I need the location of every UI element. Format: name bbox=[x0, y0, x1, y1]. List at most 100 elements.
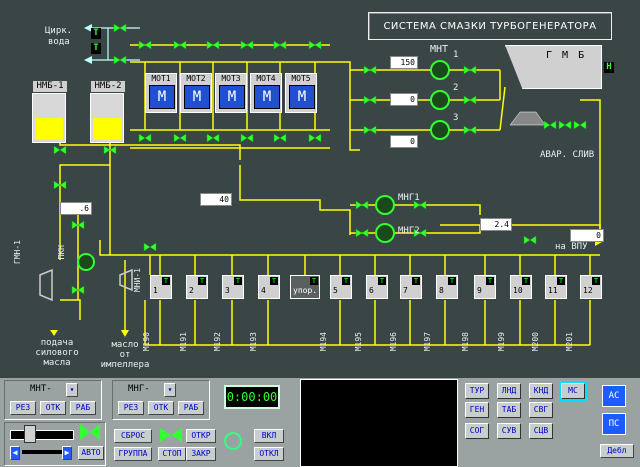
off-button[interactable]: ОТКЛ bbox=[254, 447, 284, 461]
bearing-4[interactable]: 4T bbox=[258, 275, 280, 299]
valve-icon[interactable] bbox=[143, 242, 157, 252]
thrust-bearing[interactable]: упор. T bbox=[290, 275, 320, 299]
valve-icon[interactable] bbox=[113, 55, 127, 65]
temp-indicator[interactable]: T bbox=[270, 277, 278, 285]
nav-button[interactable]: СЦВ bbox=[529, 423, 553, 439]
mng-rez-button[interactable]: РЕЗ bbox=[118, 401, 144, 415]
as-button[interactable]: АС bbox=[602, 385, 626, 407]
bearing-1[interactable]: 1T bbox=[150, 275, 172, 299]
bearing-11[interactable]: 11 T bbox=[545, 275, 567, 299]
bearing-9[interactable]: 9T bbox=[474, 275, 496, 299]
valve-icon[interactable] bbox=[173, 40, 187, 50]
level-indicator[interactable]: Н bbox=[604, 62, 614, 73]
valve-icon[interactable] bbox=[273, 133, 287, 143]
nav-button[interactable]: ТУР bbox=[465, 383, 489, 399]
valve-icon[interactable] bbox=[363, 95, 377, 105]
close-button[interactable]: ЗАКР bbox=[186, 447, 216, 461]
open-button[interactable]: ОТКР bbox=[186, 429, 216, 443]
valve-icon[interactable] bbox=[53, 145, 67, 155]
valve-icon[interactable] bbox=[523, 235, 537, 245]
temp-indicator[interactable]: T bbox=[522, 277, 530, 285]
nav-button[interactable]: ТАБ bbox=[497, 402, 521, 418]
mnt-otk-button[interactable]: ОТК bbox=[40, 401, 66, 415]
nav-button[interactable]: ГЕН bbox=[465, 402, 489, 418]
valve-icon[interactable] bbox=[173, 133, 187, 143]
temp-indicator[interactable]: T bbox=[342, 277, 350, 285]
mnt-rez-button[interactable]: РЕЗ bbox=[10, 401, 36, 415]
nav-button[interactable]: МС bbox=[559, 381, 587, 401]
valve-icon[interactable] bbox=[463, 95, 477, 105]
mng-rab-button[interactable]: РАБ bbox=[178, 401, 204, 415]
bearing-valve-label: М190 bbox=[142, 332, 151, 352]
motor-3[interactable]: МОТ3 M bbox=[215, 73, 247, 113]
temp-indicator[interactable]: T bbox=[234, 277, 242, 285]
valve-icon[interactable] bbox=[355, 200, 369, 210]
bearing-10[interactable]: 10 T bbox=[510, 275, 532, 299]
valve-position-slider[interactable] bbox=[10, 430, 74, 440]
nav-button[interactable]: ЛНД bbox=[497, 383, 521, 399]
nav-button[interactable]: КНД bbox=[529, 383, 553, 399]
debug-button[interactable]: Дебл bbox=[600, 444, 634, 458]
valve-icon[interactable] bbox=[206, 133, 220, 143]
valve-icon[interactable] bbox=[355, 228, 369, 238]
valve-icon[interactable] bbox=[558, 120, 572, 130]
valve-icon[interactable] bbox=[138, 133, 152, 143]
bearing-12[interactable]: 12 T bbox=[580, 275, 602, 299]
valve-icon[interactable] bbox=[463, 65, 477, 75]
nav-button[interactable]: СВГ bbox=[529, 402, 553, 418]
valve-icon[interactable] bbox=[543, 120, 557, 130]
temp-indicator[interactable]: Т bbox=[91, 43, 101, 54]
on-button[interactable]: ВКЛ bbox=[254, 429, 284, 443]
mng-select-dropdown[interactable]: ▾ bbox=[164, 383, 176, 397]
valve-icon[interactable] bbox=[463, 125, 477, 135]
valve-icon[interactable] bbox=[573, 120, 587, 130]
temp-indicator[interactable]: T bbox=[486, 277, 494, 285]
tank-nmb1[interactable]: НМБ-1 bbox=[32, 81, 67, 143]
stop-button[interactable]: СТОП bbox=[158, 447, 186, 461]
ps-button[interactable]: ПС bbox=[602, 413, 626, 435]
valve-icon[interactable] bbox=[363, 65, 377, 75]
valve-icon[interactable] bbox=[240, 133, 254, 143]
temp-indicator[interactable]: T bbox=[378, 277, 386, 285]
mng-otk-button[interactable]: ОТК bbox=[148, 401, 174, 415]
temp-indicator[interactable]: T bbox=[198, 277, 206, 285]
valve-icon[interactable] bbox=[308, 40, 322, 50]
tank-nmb2[interactable]: НМБ-2 bbox=[90, 81, 125, 143]
feed-label-3: масла bbox=[43, 358, 71, 368]
valve-icon[interactable] bbox=[240, 40, 254, 50]
valve-icon[interactable] bbox=[273, 40, 287, 50]
bearing-3[interactable]: 3T bbox=[222, 275, 244, 299]
motor-2[interactable]: МОТ2 M bbox=[180, 73, 212, 113]
slider-handle[interactable] bbox=[24, 425, 36, 443]
temp-indicator[interactable]: T bbox=[557, 277, 565, 285]
valve-icon[interactable] bbox=[113, 23, 127, 33]
nav-button[interactable]: СОГ bbox=[465, 423, 489, 439]
valve-icon[interactable] bbox=[363, 125, 377, 135]
bearing-6[interactable]: 6T bbox=[366, 275, 388, 299]
bearing-8[interactable]: 8T bbox=[436, 275, 458, 299]
motor-1[interactable]: МОТ1 M bbox=[145, 73, 177, 113]
valve-icon[interactable] bbox=[206, 40, 220, 50]
temp-indicator[interactable]: Т bbox=[91, 28, 101, 39]
right-arrow-button[interactable]: ▶ bbox=[62, 446, 72, 460]
bearing-2[interactable]: 2T bbox=[186, 275, 208, 299]
mnt-select-dropdown[interactable]: ▾ bbox=[66, 383, 78, 397]
bearing-5[interactable]: 5T bbox=[330, 275, 352, 299]
group-button[interactable]: ГРУППА bbox=[114, 447, 152, 461]
valve-icon[interactable] bbox=[138, 40, 152, 50]
bearing-7[interactable]: 7T bbox=[400, 275, 422, 299]
bearing-valve-label: М191 bbox=[179, 332, 188, 352]
valve-icon[interactable] bbox=[308, 133, 322, 143]
temp-indicator[interactable]: T bbox=[310, 277, 318, 285]
temp-indicator[interactable]: T bbox=[412, 277, 420, 285]
motor-4[interactable]: МОТ4 M bbox=[250, 73, 282, 113]
nav-button[interactable]: СУВ bbox=[497, 423, 521, 439]
motor-5[interactable]: МОТ5 M bbox=[285, 73, 317, 113]
left-arrow-button[interactable]: ◀ bbox=[10, 446, 20, 460]
reset-button[interactable]: СБРОС bbox=[114, 429, 152, 443]
auto-button[interactable]: АВТО bbox=[78, 446, 104, 460]
temp-indicator[interactable]: T bbox=[592, 277, 600, 285]
temp-indicator[interactable]: T bbox=[162, 277, 170, 285]
mnt-rab-button[interactable]: РАБ bbox=[70, 401, 96, 415]
temp-indicator[interactable]: T bbox=[448, 277, 456, 285]
